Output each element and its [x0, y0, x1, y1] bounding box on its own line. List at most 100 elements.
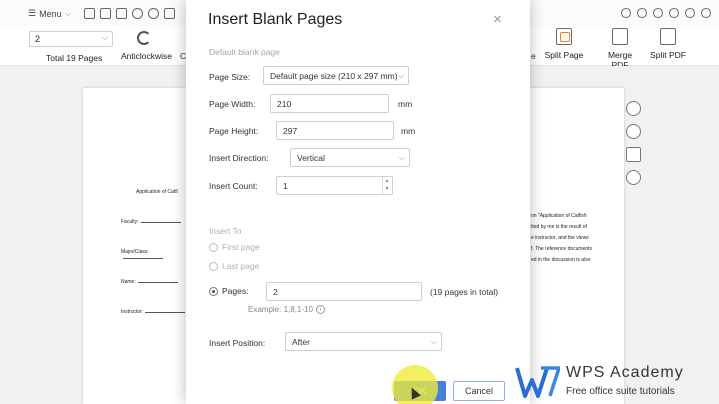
- page-number-select[interactable]: 2 ⌵: [29, 31, 113, 47]
- info-icon[interactable]: i: [315, 305, 325, 314]
- pages-example-text: Example: 1,8,1-10: [248, 305, 313, 314]
- first-page-radio[interactable]: First page: [209, 242, 260, 252]
- page-text-line: e instructor, and the views: [531, 235, 589, 241]
- page-width-input[interactable]: 210: [270, 94, 389, 113]
- chevron-down-icon: ⌵: [398, 153, 405, 162]
- save-icon[interactable]: [100, 8, 111, 19]
- insert-direction-select[interactable]: Vertical ⌵: [290, 148, 410, 167]
- rotate-right-icon[interactable]: [626, 124, 641, 139]
- pages-input[interactable]: 2: [266, 282, 422, 301]
- page-width-value: 210: [277, 99, 292, 109]
- split-pdf-icon: [660, 28, 676, 45]
- delete-icon[interactable]: [626, 147, 641, 162]
- chevron-down-icon: ⌵: [101, 33, 108, 42]
- page-text-line: tted by me is the result of: [531, 224, 587, 230]
- pages-example: Example: 1,8,1-10 i: [248, 305, 325, 314]
- chevron-down-icon: ⌵: [397, 71, 404, 80]
- user-icon[interactable]: [621, 8, 631, 18]
- page-text-line: ed in the discussion is also: [531, 257, 591, 263]
- print-icon[interactable]: [116, 8, 127, 19]
- document-page-right[interactable]: on "Application of Catfish tted by me is…: [529, 88, 624, 404]
- page-height-label: Page Height:: [209, 126, 259, 136]
- page-size-select[interactable]: Default page size (210 x 297 mm) ⌵: [263, 66, 409, 85]
- collapse-icon[interactable]: [701, 8, 711, 18]
- hamburger-icon: ☰: [28, 8, 37, 18]
- undo-icon[interactable]: [132, 8, 143, 19]
- insert-count-label: Insert Count:: [209, 181, 258, 191]
- split-page-icon: [556, 28, 572, 45]
- watermark-subtitle: Free office suite tutorials: [566, 386, 675, 397]
- window-controls: [621, 8, 711, 18]
- page-size-value: Default page size (210 x 297 mm): [270, 71, 398, 81]
- chevron-down-icon: ⌵: [430, 337, 437, 346]
- page-side-tools: [626, 101, 644, 185]
- pages-total-label: (19 pages in total): [430, 287, 499, 297]
- insert-to-label: Insert To: [209, 226, 242, 236]
- insert-count-input[interactable]: 1 ▲ ▼: [276, 176, 393, 195]
- split-pdf-button[interactable]: Split PDF: [648, 28, 688, 60]
- page-number-value: 2: [35, 34, 41, 44]
- insert-position-select[interactable]: After ⌵: [285, 332, 442, 351]
- pages-value: 2: [273, 287, 278, 297]
- name-line: Name:: [121, 279, 178, 285]
- settings-icon[interactable]: [653, 8, 663, 18]
- page-height-input[interactable]: 297: [276, 121, 394, 140]
- copy-icon[interactable]: [164, 8, 175, 19]
- last-page-label: Last page: [222, 261, 260, 271]
- cancel-button[interactable]: Cancel: [453, 381, 505, 401]
- split-page-label: Split Page: [544, 50, 584, 60]
- pages-label: Pages:: [222, 286, 249, 296]
- comment-icon[interactable]: [669, 8, 679, 18]
- page-size-label: Page Size:: [209, 72, 251, 82]
- split-page-button[interactable]: Split Page: [544, 28, 584, 60]
- stepper-up-icon[interactable]: ▲: [383, 177, 391, 185]
- pages-radio[interactable]: Pages:: [209, 286, 248, 296]
- page-width-label: Page Width:: [209, 99, 256, 109]
- stepper-down-icon[interactable]: ▼: [383, 185, 391, 193]
- more-icon[interactable]: [685, 8, 695, 18]
- add-page-icon[interactable]: [626, 170, 641, 185]
- page-heading: Application of Catfi: [136, 189, 178, 195]
- radio-icon: [209, 242, 218, 252]
- total-pages-label: Total 19 Pages: [46, 53, 103, 63]
- dialog-title: Insert Blank Pages: [208, 11, 343, 28]
- close-icon[interactable]: ×: [493, 11, 502, 28]
- merge-pdf-button[interactable]: Merge PDF: [600, 28, 640, 70]
- menu-button[interactable]: ☰ Menu ⌵: [28, 8, 71, 19]
- insert-direction-value: Vertical: [297, 153, 325, 163]
- instructor-line: Instructor:: [121, 309, 186, 315]
- merge-pdf-icon: [612, 28, 628, 45]
- major-class-line: Major/Class:: [121, 249, 187, 261]
- partial-tool-label: e: [531, 51, 536, 61]
- page-text-line: f. The reference documents: [531, 246, 593, 252]
- insert-count-value: 1: [283, 181, 288, 191]
- faculty-line: Faculty:: [121, 219, 181, 225]
- last-page-radio[interactable]: Last page: [209, 261, 259, 271]
- page-width-unit: mm: [398, 99, 413, 109]
- chevron-down-icon: ⌵: [64, 8, 71, 18]
- insert-position-label: Insert Position:: [209, 338, 266, 348]
- page-height-unit: mm: [401, 126, 416, 136]
- rotate-anticlockwise-button[interactable]: Anticlockwise: [121, 51, 172, 61]
- insert-blank-pages-dialog: Insert Blank Pages × Default blank page …: [186, 0, 530, 404]
- watermark-title: WPS Academy: [566, 364, 684, 381]
- split-pdf-label: Split PDF: [650, 50, 686, 60]
- wps-logo-icon: [515, 366, 560, 398]
- quick-access-icons: [84, 8, 175, 19]
- page-height-value: 297: [283, 126, 298, 136]
- first-page-label: First page: [222, 242, 260, 252]
- share-icon[interactable]: [637, 8, 647, 18]
- redo-icon[interactable]: [148, 8, 159, 19]
- page-text-line: on "Application of Catfish: [531, 213, 587, 219]
- insert-position-value: After: [292, 337, 310, 347]
- document-page-left[interactable]: Application of Catfi Faculty: Major/Clas…: [83, 88, 187, 404]
- open-icon[interactable]: [84, 8, 95, 19]
- insert-direction-label: Insert Direction:: [209, 153, 269, 163]
- radio-selected-icon: [209, 286, 218, 296]
- rotate-left-icon[interactable]: [626, 101, 641, 116]
- default-blank-page-label: Default blank page: [209, 47, 280, 57]
- menu-label: Menu: [39, 8, 62, 19]
- count-stepper[interactable]: ▲ ▼: [382, 177, 391, 194]
- rotate-anticlockwise-icon[interactable]: [137, 31, 151, 45]
- radio-icon: [209, 261, 218, 271]
